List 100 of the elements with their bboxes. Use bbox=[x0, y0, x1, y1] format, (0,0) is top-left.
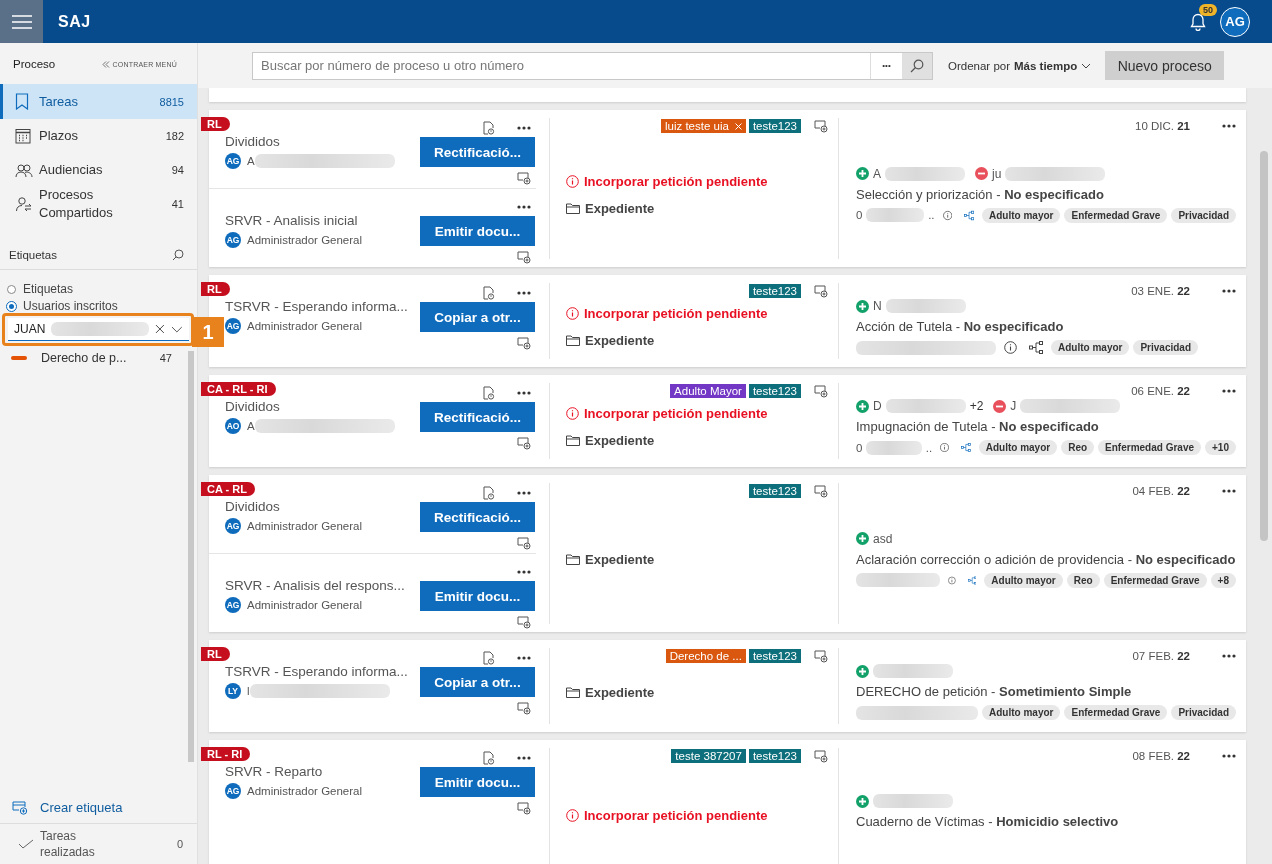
tag[interactable]: teste123 bbox=[748, 119, 801, 133]
sort-dropdown[interactable]: Ordenar por Más tiempo bbox=[948, 59, 1092, 72]
more-icon[interactable] bbox=[517, 291, 531, 295]
nav-item[interactable]: Tareas 8815 bbox=[0, 84, 197, 119]
nav-item[interactable]: Procesos Compartidos 41 bbox=[0, 187, 197, 221]
tag[interactable]: teste123 bbox=[748, 484, 801, 498]
tag[interactable]: teste123 bbox=[748, 284, 801, 298]
document-icon[interactable] bbox=[483, 486, 495, 500]
more-icon[interactable] bbox=[517, 205, 531, 209]
add-label-icon[interactable] bbox=[517, 172, 531, 185]
task-title[interactable]: Divididos bbox=[225, 498, 420, 514]
more-icon[interactable] bbox=[517, 756, 531, 760]
add-label-icon[interactable] bbox=[517, 702, 531, 715]
close-icon[interactable] bbox=[155, 324, 166, 334]
document-icon[interactable] bbox=[483, 286, 495, 300]
folder-link[interactable]: Expediente bbox=[585, 333, 655, 348]
add-label-icon[interactable] bbox=[814, 484, 828, 498]
tag[interactable]: teste123 bbox=[748, 384, 801, 398]
action-button[interactable]: Rectificació... bbox=[420, 502, 535, 532]
process-subject[interactable]: Aclaración corrección o adición de providencia - No especificado bbox=[856, 551, 1236, 567]
tag[interactable]: teste123 bbox=[748, 749, 801, 763]
scrollbar[interactable] bbox=[188, 351, 194, 762]
task-title[interactable]: SRVR - Reparto bbox=[225, 763, 420, 779]
radio-option[interactable]: Usuarios inscritos bbox=[7, 299, 191, 313]
tag[interactable]: Derecho de ... bbox=[665, 649, 746, 663]
task-title[interactable]: Divididos bbox=[225, 398, 420, 414]
new-process-button[interactable]: Nuevo proceso bbox=[1105, 51, 1225, 80]
tag[interactable]: teste123 bbox=[748, 649, 801, 663]
task-title[interactable]: SRVR - Analisis del respons... bbox=[225, 577, 420, 593]
info-icon[interactable] bbox=[942, 208, 952, 222]
create-label-button[interactable]: Crear etiqueta bbox=[0, 792, 197, 824]
action-button[interactable]: Emitir docu... bbox=[420, 581, 535, 611]
more-icon[interactable] bbox=[517, 656, 531, 660]
chevron-down-icon[interactable] bbox=[171, 325, 183, 333]
hierarchy-icon[interactable] bbox=[1029, 341, 1043, 354]
folder-link[interactable]: Expediente bbox=[585, 200, 655, 216]
bell-icon[interactable] bbox=[1190, 12, 1206, 31]
user-avatar[interactable]: AG bbox=[1220, 6, 1250, 37]
info-icon[interactable] bbox=[948, 573, 956, 587]
folder-link[interactable]: Expediente bbox=[585, 433, 655, 448]
action-button[interactable]: Rectificació... bbox=[420, 137, 535, 167]
add-label-icon[interactable] bbox=[517, 616, 531, 629]
process-subject[interactable]: Impugnación de Tutela - No especificado bbox=[856, 419, 1236, 434]
add-label-icon[interactable] bbox=[814, 284, 828, 298]
add-label-icon[interactable] bbox=[517, 802, 531, 815]
pending-alert-text[interactable]: Incorporar petición pendiente bbox=[584, 406, 768, 421]
radio-option[interactable]: Etiquetas bbox=[7, 282, 191, 296]
task-title[interactable]: SRVR - Analisis inicial bbox=[225, 212, 420, 228]
action-button[interactable]: Copiar a otr... bbox=[420, 667, 535, 697]
pending-alert-text[interactable]: Incorporar petición pendiente bbox=[584, 173, 768, 189]
document-icon[interactable] bbox=[483, 651, 495, 665]
completed-tasks-label[interactable]: Tareas realizadas bbox=[40, 828, 110, 860]
document-icon[interactable] bbox=[483, 751, 495, 765]
scrollbar[interactable] bbox=[1260, 151, 1268, 541]
radio-button[interactable] bbox=[7, 284, 16, 294]
more-icon[interactable] bbox=[1222, 289, 1236, 293]
info-icon[interactable] bbox=[940, 441, 950, 454]
more-icon[interactable] bbox=[517, 126, 531, 130]
search-button[interactable] bbox=[902, 52, 932, 79]
more-icon[interactable] bbox=[1222, 754, 1236, 758]
search-icon[interactable] bbox=[172, 249, 184, 261]
label-item[interactable]: Derecho de p... bbox=[41, 351, 127, 365]
action-button[interactable]: Rectificació... bbox=[420, 402, 535, 432]
tag[interactable]: teste 387207 bbox=[671, 749, 746, 763]
process-subject[interactable]: Acción de Tutela - No especificado bbox=[856, 319, 1236, 334]
task-title[interactable]: TSRVR - Esperando informa... bbox=[225, 663, 420, 679]
info-icon[interactable] bbox=[1004, 341, 1017, 354]
more-icon[interactable] bbox=[1222, 389, 1236, 393]
add-label-icon[interactable] bbox=[814, 119, 828, 133]
document-icon[interactable] bbox=[483, 121, 495, 135]
add-label-icon[interactable] bbox=[517, 537, 531, 550]
tag[interactable]: luiz teste uia bbox=[660, 119, 746, 133]
more-icon[interactable] bbox=[1222, 654, 1236, 658]
menu-button[interactable] bbox=[0, 0, 43, 43]
search-field[interactable]: Buscar por número de proceso u otro número ••• bbox=[252, 51, 933, 80]
action-button[interactable]: Emitir docu... bbox=[420, 216, 535, 246]
document-icon[interactable] bbox=[483, 386, 495, 400]
more-icon[interactable] bbox=[517, 570, 531, 574]
process-subject[interactable]: DERECHO de petición - Sometimiento Simple bbox=[856, 684, 1236, 699]
add-label-icon[interactable] bbox=[814, 649, 828, 663]
more-icon[interactable] bbox=[1222, 124, 1236, 128]
pending-alert-text[interactable]: Incorporar petición pendiente bbox=[584, 808, 768, 823]
folder-link[interactable]: Expediente bbox=[585, 552, 655, 567]
add-label-icon[interactable] bbox=[517, 251, 531, 264]
add-label-icon[interactable] bbox=[517, 337, 531, 350]
nav-item[interactable]: Plazos 182 bbox=[0, 119, 197, 153]
add-label-icon[interactable] bbox=[814, 384, 828, 398]
more-icon[interactable] bbox=[1222, 489, 1236, 493]
task-title[interactable]: TSRVR - Esperando informa... bbox=[225, 298, 420, 314]
folder-link[interactable]: Expediente bbox=[585, 684, 655, 700]
tag[interactable]: Adulto Mayor bbox=[670, 384, 746, 398]
user-select-field[interactable]: JUAN bbox=[8, 318, 189, 341]
nav-item[interactable]: Audiencias 94 bbox=[0, 153, 197, 187]
action-button[interactable]: Emitir docu... bbox=[420, 767, 535, 797]
more-icon[interactable] bbox=[517, 391, 531, 395]
process-subject[interactable]: Cuaderno de Víctimas - Homicidio selectivo bbox=[856, 814, 1236, 829]
pending-alert-text[interactable]: Incorporar petición pendiente bbox=[584, 306, 768, 321]
task-title[interactable]: Divididos bbox=[225, 133, 420, 149]
add-label-icon[interactable] bbox=[517, 437, 531, 450]
add-label-icon[interactable] bbox=[814, 749, 828, 763]
